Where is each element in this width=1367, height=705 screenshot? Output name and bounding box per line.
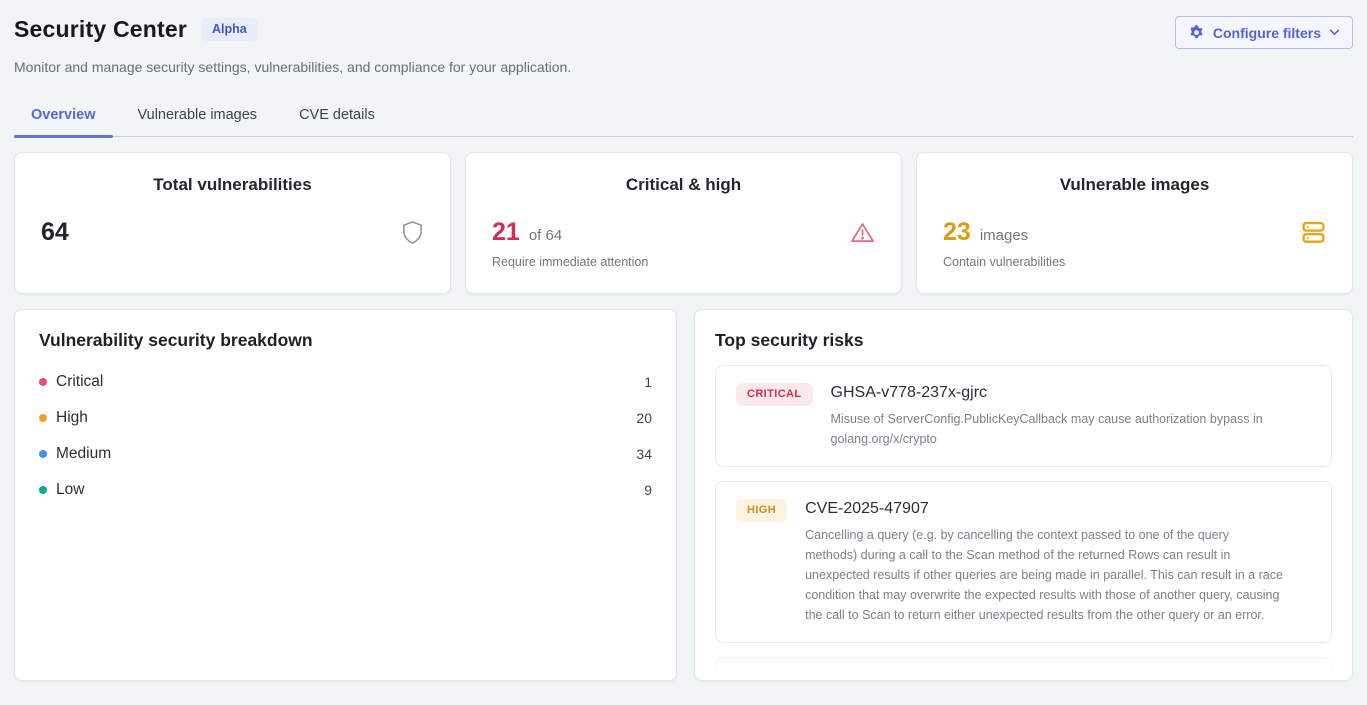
panels-row: Vulnerability security breakdown Critica… xyxy=(14,309,1353,681)
stat-subtitle: Require immediate attention xyxy=(492,255,875,269)
breakdown-heading: Vulnerability security breakdown xyxy=(39,330,652,351)
stat-title: Vulnerable images xyxy=(943,175,1326,195)
tab-vulnerable-images[interactable]: Vulnerable images xyxy=(121,97,275,136)
risk-id: GHSA-v778-237x-gjrc xyxy=(831,383,1309,402)
breakdown-label: High xyxy=(56,409,88,427)
page-header: Security Center Alpha Configure filters xyxy=(14,16,1353,49)
alpha-badge: Alpha xyxy=(201,18,258,41)
risk-description: Misuse of ServerConfig.PublicKeyCallback… xyxy=(831,409,1309,449)
stat-card-total-vulnerabilities: Total vulnerabilities 64 xyxy=(14,152,451,294)
breakdown-label: Medium xyxy=(56,445,111,463)
security-center-page: Security Center Alpha Configure filters … xyxy=(0,0,1367,681)
warning-triangle-icon xyxy=(850,221,875,244)
page-subtitle: Monitor and manage security settings, vu… xyxy=(14,59,1353,75)
shield-icon xyxy=(401,220,424,245)
server-stack-icon xyxy=(1301,221,1326,244)
breakdown-list: Critical 1 High 20 Medium 34 xyxy=(39,364,652,508)
stat-value: 23 xyxy=(943,218,971,246)
severity-badge: CRITICAL xyxy=(736,383,813,406)
risk-card-ghsa-v778-237x-gjrc[interactable]: CRITICAL GHSA-v778-237x-gjrc Misuse of S… xyxy=(715,365,1332,467)
severity-badge: HIGH xyxy=(736,499,787,522)
stat-title: Total vulnerabilities xyxy=(41,175,424,195)
breakdown-label: Critical xyxy=(56,373,103,391)
risk-id: CVE-2025-47907 xyxy=(805,499,1283,518)
stat-value: 64 xyxy=(41,218,69,246)
vulnerability-breakdown-panel: Vulnerability security breakdown Critica… xyxy=(14,309,677,681)
top-security-risks-panel: Top security risks CRITICAL GHSA-v778-23… xyxy=(694,309,1353,681)
breakdown-row-high: High 20 xyxy=(39,400,652,436)
breakdown-value: 34 xyxy=(636,446,652,462)
chevron-down-icon xyxy=(1329,29,1340,36)
stat-suffix: of 64 xyxy=(529,227,562,244)
low-dot-icon xyxy=(39,486,47,494)
severity-badge: HIGH xyxy=(736,675,787,681)
critical-dot-icon xyxy=(39,378,47,386)
risk-card-cve-2025-9086[interactable]: HIGH CVE-2025-9086 xyxy=(715,657,1332,681)
breakdown-row-low: Low 9 xyxy=(39,472,652,508)
configure-filters-button[interactable]: Configure filters xyxy=(1175,16,1353,49)
breakdown-value: 20 xyxy=(636,410,652,426)
breakdown-row-critical: Critical 1 xyxy=(39,364,652,400)
breakdown-row-medium: Medium 34 xyxy=(39,436,652,472)
risk-id: CVE-2025-9086 xyxy=(805,675,920,681)
breakdown-value: 9 xyxy=(644,482,652,498)
stats-row: Total vulnerabilities 64 Critical & high… xyxy=(14,152,1353,294)
stat-subtitle: Contain vulnerabilities xyxy=(943,255,1326,269)
stat-value: 21 xyxy=(492,218,520,246)
risk-card-cve-2025-47907[interactable]: HIGH CVE-2025-47907 Cancelling a query (… xyxy=(715,481,1332,643)
tab-bar: Overview Vulnerable images CVE details xyxy=(14,97,1353,137)
gear-icon xyxy=(1188,24,1205,41)
stat-title: Critical & high xyxy=(492,175,875,195)
tab-overview[interactable]: Overview xyxy=(14,97,113,136)
stat-card-vulnerable-images: Vulnerable images 23 images Contain vulne… xyxy=(916,152,1353,294)
medium-dot-icon xyxy=(39,450,47,458)
page-title: Security Center xyxy=(14,16,187,43)
stat-suffix: images xyxy=(980,227,1028,244)
tab-cve-details[interactable]: CVE details xyxy=(282,97,392,136)
risk-description: Cancelling a query (e.g. by cancelling t… xyxy=(805,525,1283,625)
breakdown-label: Low xyxy=(56,481,84,499)
breakdown-value: 1 xyxy=(644,374,652,390)
high-dot-icon xyxy=(39,414,47,422)
stat-card-critical-high: Critical & high 21 of 64 Require immediat… xyxy=(465,152,902,294)
configure-filters-label: Configure filters xyxy=(1213,25,1321,41)
risks-heading: Top security risks xyxy=(715,330,1332,351)
